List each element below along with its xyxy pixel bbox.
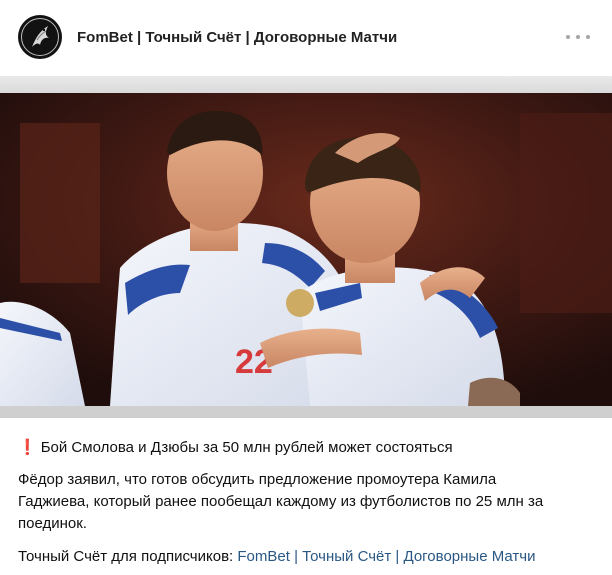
- paragraph-line: Гаджиева, который ранее пообещал каждому…: [18, 493, 544, 510]
- more-options-button[interactable]: [566, 30, 590, 44]
- headline-text: Бой Смолова и Дзюбы за 50 млн рублей мож…: [40, 439, 453, 456]
- paragraph-line: Фёдор заявил, что готов обсудить предлож…: [18, 471, 497, 488]
- post-headline: ❗ Бой Смолова и Дзюбы за 50 млн рублей мо…: [18, 438, 453, 458]
- post-paragraph: Фёдор заявил, что готов обсудить предлож…: [18, 469, 593, 535]
- avatar[interactable]: [18, 15, 62, 59]
- post-photo-container: 22: [0, 76, 612, 418]
- post-photo[interactable]: 22: [0, 93, 612, 406]
- more-dot-icon: [566, 35, 570, 39]
- dragon-logo-icon: [32, 26, 49, 47]
- subscribers-line: Точный Счёт для подписчиков: FomBet | То…: [18, 547, 535, 567]
- more-dot-icon: [576, 35, 580, 39]
- more-dot-icon: [586, 35, 590, 39]
- channel-name[interactable]: FomBet | Точный Счёт | Договорные Матчи: [77, 29, 397, 46]
- post-header: FomBet | Точный Счёт | Договорные Матчи: [0, 0, 612, 76]
- paragraph-line: поединок.: [18, 515, 87, 532]
- exclamation-icon: ❗: [18, 439, 37, 456]
- channel-link[interactable]: FomBet | Точный Счёт | Договорные Матчи: [237, 548, 535, 565]
- subscribers-prefix: Точный Счёт для подписчиков:: [18, 548, 234, 565]
